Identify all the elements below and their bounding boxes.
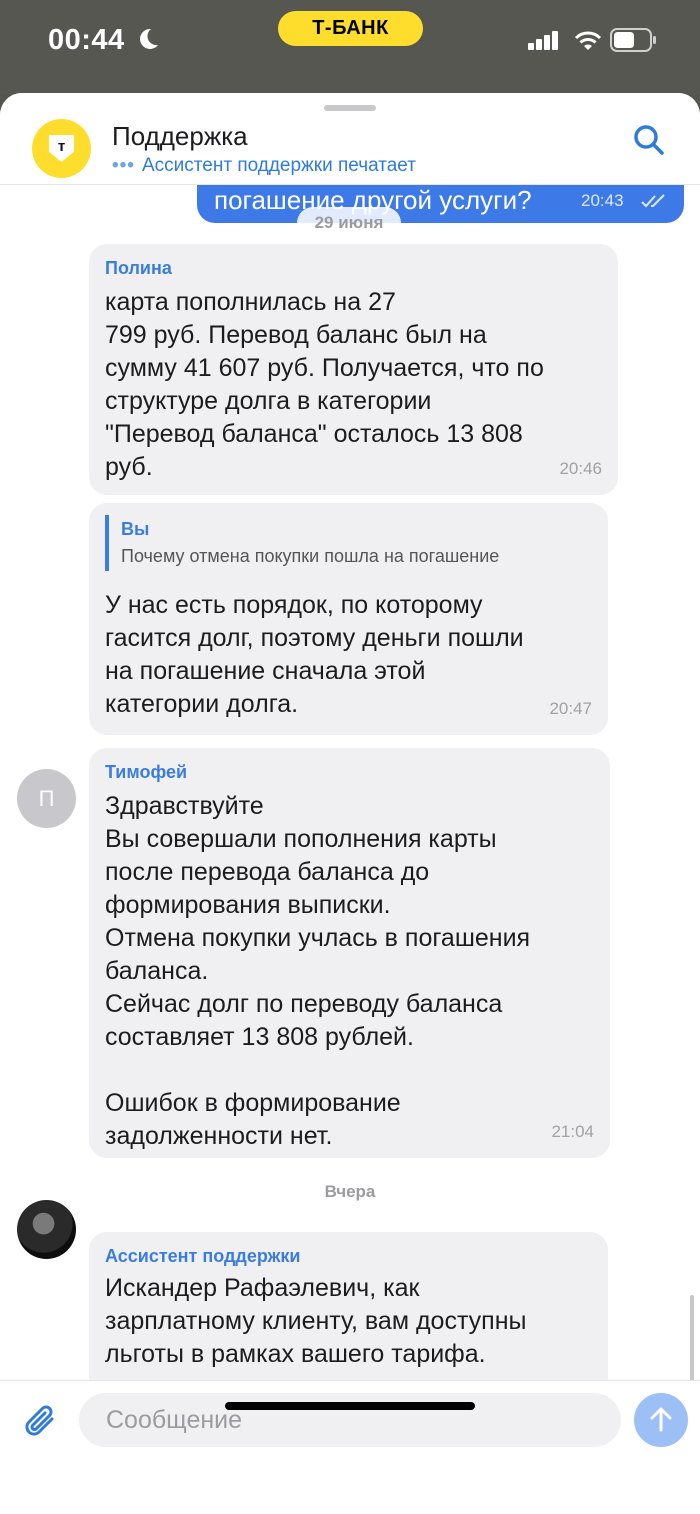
chat-header: т Поддержка ••• Ассистент поддержки печат… bbox=[0, 93, 700, 185]
search-icon[interactable] bbox=[632, 123, 666, 157]
chat-sheet: т Поддержка ••• Ассистент поддержки печат… bbox=[0, 93, 700, 1514]
status-time: 00:44 bbox=[48, 24, 125, 56]
message-list[interactable]: погашение другой услуги? 20:43 29 июня П… bbox=[0, 185, 700, 1380]
date-separator: 29 июня bbox=[297, 207, 401, 239]
message-time: 20:46 bbox=[559, 459, 602, 478]
date-separator: Вчера bbox=[324, 1182, 376, 1201]
message-sender[interactable]: Полина bbox=[105, 258, 172, 279]
reply-quote[interactable]: Вы Почему отмена покупки пошла на погаше… bbox=[105, 515, 585, 571]
status-bar: 00:44 Т-БАНК bbox=[0, 0, 700, 95]
message-time: 21:04 bbox=[551, 1122, 594, 1141]
composer bbox=[0, 1380, 700, 1514]
battery-icon bbox=[610, 28, 656, 52]
tbank-shield-icon: т bbox=[49, 135, 74, 162]
outgoing-message-time: 20:43 bbox=[581, 191, 624, 210]
moon-icon bbox=[140, 28, 158, 49]
message-sender[interactable]: Ассистент поддержки bbox=[105, 1246, 300, 1267]
message-text: Здравствуйте Вы совершали пополнения кар… bbox=[105, 792, 531, 1150]
send-arrow-icon bbox=[650, 1407, 672, 1432]
message-text: У нас есть порядок, по которому гасится … bbox=[105, 591, 524, 718]
message-bubble-timofey[interactable]: Тимофей Здравствуйте Вы совершали пополн… bbox=[89, 748, 610, 1158]
bank-badge[interactable]: Т-БАНК bbox=[278, 11, 423, 46]
message-time: 20:47 bbox=[549, 699, 592, 718]
chat-title[interactable]: Поддержка bbox=[112, 121, 248, 152]
reply-quote-text: Почему отмена покупки пошла на погашение bbox=[121, 546, 500, 566]
message-sender[interactable]: Тимофей bbox=[105, 762, 187, 783]
message-bubble-reply[interactable]: Вы Почему отмена покупки пошла на погаше… bbox=[89, 503, 608, 735]
wifi-icon bbox=[574, 31, 602, 50]
message-bubble-polina[interactable]: Полина карта пополнилась на 27 799 руб. … bbox=[89, 244, 618, 495]
message-text: Искандер Рафаэлевич, как зарплатному кли… bbox=[105, 1274, 527, 1368]
message-text: карта пополнилась на 27 799 руб. Перевод… bbox=[105, 288, 544, 481]
signal-icon bbox=[528, 31, 558, 50]
scrollbar[interactable] bbox=[690, 1295, 694, 1380]
double-check-icon bbox=[641, 194, 665, 208]
message-bubble-assistant[interactable]: Ассистент поддержки Искандер Рафаэлевич,… bbox=[89, 1232, 608, 1380]
avatar-timofey[interactable] bbox=[17, 1200, 76, 1259]
sheet-grabber[interactable] bbox=[324, 105, 376, 111]
typing-status-text: Ассистент поддержки печатает bbox=[142, 155, 416, 176]
support-logo[interactable]: т bbox=[32, 119, 91, 178]
paperclip-icon[interactable] bbox=[22, 1403, 58, 1439]
send-button[interactable] bbox=[634, 1393, 688, 1447]
avatar-polina[interactable]: П bbox=[17, 769, 76, 828]
home-indicator[interactable] bbox=[225, 1402, 475, 1410]
typing-status: ••• Ассистент поддержки печатает bbox=[112, 155, 416, 177]
reply-quote-author: Вы bbox=[121, 519, 150, 539]
typing-dots-icon: ••• bbox=[112, 155, 135, 176]
